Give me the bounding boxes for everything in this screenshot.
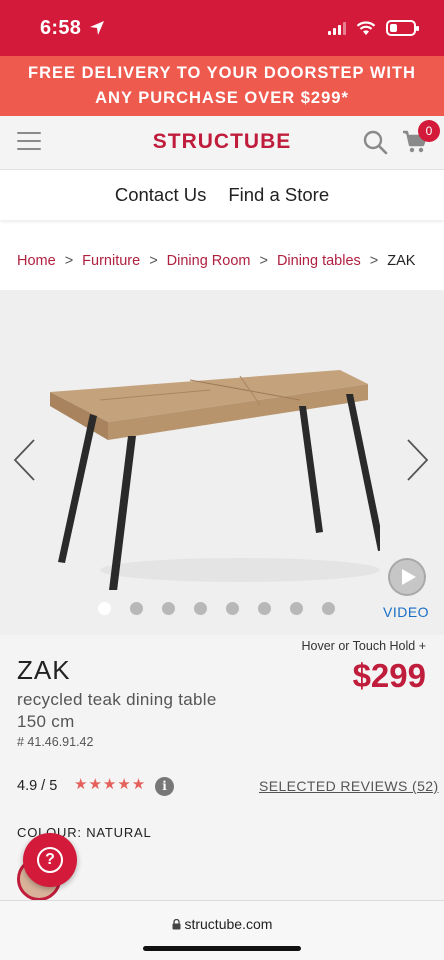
product-name: ZAK: [17, 655, 71, 685]
zoom-hint: Hover or Touch Hold +: [301, 639, 427, 653]
breadcrumb-separator: >: [259, 253, 268, 269]
carousel-dot-5[interactable]: [226, 602, 239, 615]
status-bar: 6:58: [0, 0, 444, 56]
search-icon[interactable]: [362, 129, 388, 155]
product-description: recycled teak dining table 150 cm: [17, 690, 217, 731]
promo-line-2: ANY PURCHASE OVER $299*: [95, 89, 349, 107]
signal-icon: [328, 21, 346, 35]
breadcrumb-home[interactable]: Home: [17, 253, 56, 269]
video-link[interactable]: VIDEO: [383, 604, 429, 620]
location-arrow-icon: [90, 21, 104, 35]
breadcrumb-dining-tables[interactable]: Dining tables: [277, 253, 361, 269]
carousel-dot-6[interactable]: [258, 602, 271, 615]
promo-line-1: FREE DELIVERY TO YOUR DOORSTEP WITH: [28, 64, 416, 82]
info-icon[interactable]: i: [155, 777, 174, 796]
cart-count-badge[interactable]: 0: [418, 120, 440, 142]
breadcrumb-current: ZAK: [387, 253, 416, 269]
rating-score: 4.9 / 5: [17, 778, 58, 794]
breadcrumb-separator: >: [149, 253, 158, 269]
breadcrumb-separator: >: [64, 253, 74, 269]
wifi-icon: [356, 20, 376, 35]
chevron-left-icon[interactable]: [12, 438, 36, 482]
top-nav: Contact Us Find a Store: [0, 170, 444, 220]
product-info: Hover or Touch Hold + ZAK recycled teak …: [0, 635, 444, 901]
product-sku: # 41.46.91.42: [17, 735, 94, 749]
carousel-dot-7[interactable]: [290, 602, 303, 615]
carousel-dot-2[interactable]: [130, 602, 143, 615]
breadcrumb-furniture[interactable]: Furniture: [82, 253, 140, 269]
product-gallery[interactable]: VIDEO: [0, 290, 444, 635]
product-image[interactable]: [40, 370, 380, 590]
breadcrumb: Home > Furniture > Dining Room > Dining …: [17, 253, 415, 269]
breadcrumb-separator: >: [369, 253, 379, 269]
play-icon: [390, 560, 424, 594]
chevron-right-icon[interactable]: [406, 438, 430, 482]
product-price: $299: [352, 657, 426, 694]
battery-icon: [386, 20, 419, 36]
status-indicators: [328, 20, 419, 36]
site-header: STRUCTUBE: [0, 116, 444, 170]
status-time: 6:58: [40, 17, 82, 39]
carousel-dot-8[interactable]: [322, 602, 335, 615]
carousel-dots: [98, 602, 335, 615]
promo-banner[interactable]: FREE DELIVERY TO YOUR DOORSTEP WITH ANY …: [0, 56, 444, 116]
help-icon: ?: [37, 847, 63, 873]
home-indicator: [143, 946, 301, 951]
reviews-link[interactable]: SELECTED REVIEWS (52): [259, 778, 439, 794]
carousel-dot-1[interactable]: [98, 602, 111, 615]
video-play-button[interactable]: [388, 558, 426, 596]
carousel-dot-3[interactable]: [162, 602, 175, 615]
browser-url-bar[interactable]: structube.com: [0, 900, 444, 960]
url-display[interactable]: structube.com: [0, 916, 444, 932]
nav-find-a-store[interactable]: Find a Store: [228, 184, 329, 206]
nav-contact-us[interactable]: Contact Us: [115, 184, 207, 206]
breadcrumb-dining-room[interactable]: Dining Room: [167, 253, 251, 269]
carousel-dot-4[interactable]: [194, 602, 207, 615]
rating-stars: ★★★★★: [74, 776, 147, 793]
url-text: structube.com: [184, 916, 273, 932]
help-button[interactable]: ?: [23, 833, 77, 887]
lock-icon: [172, 918, 181, 930]
